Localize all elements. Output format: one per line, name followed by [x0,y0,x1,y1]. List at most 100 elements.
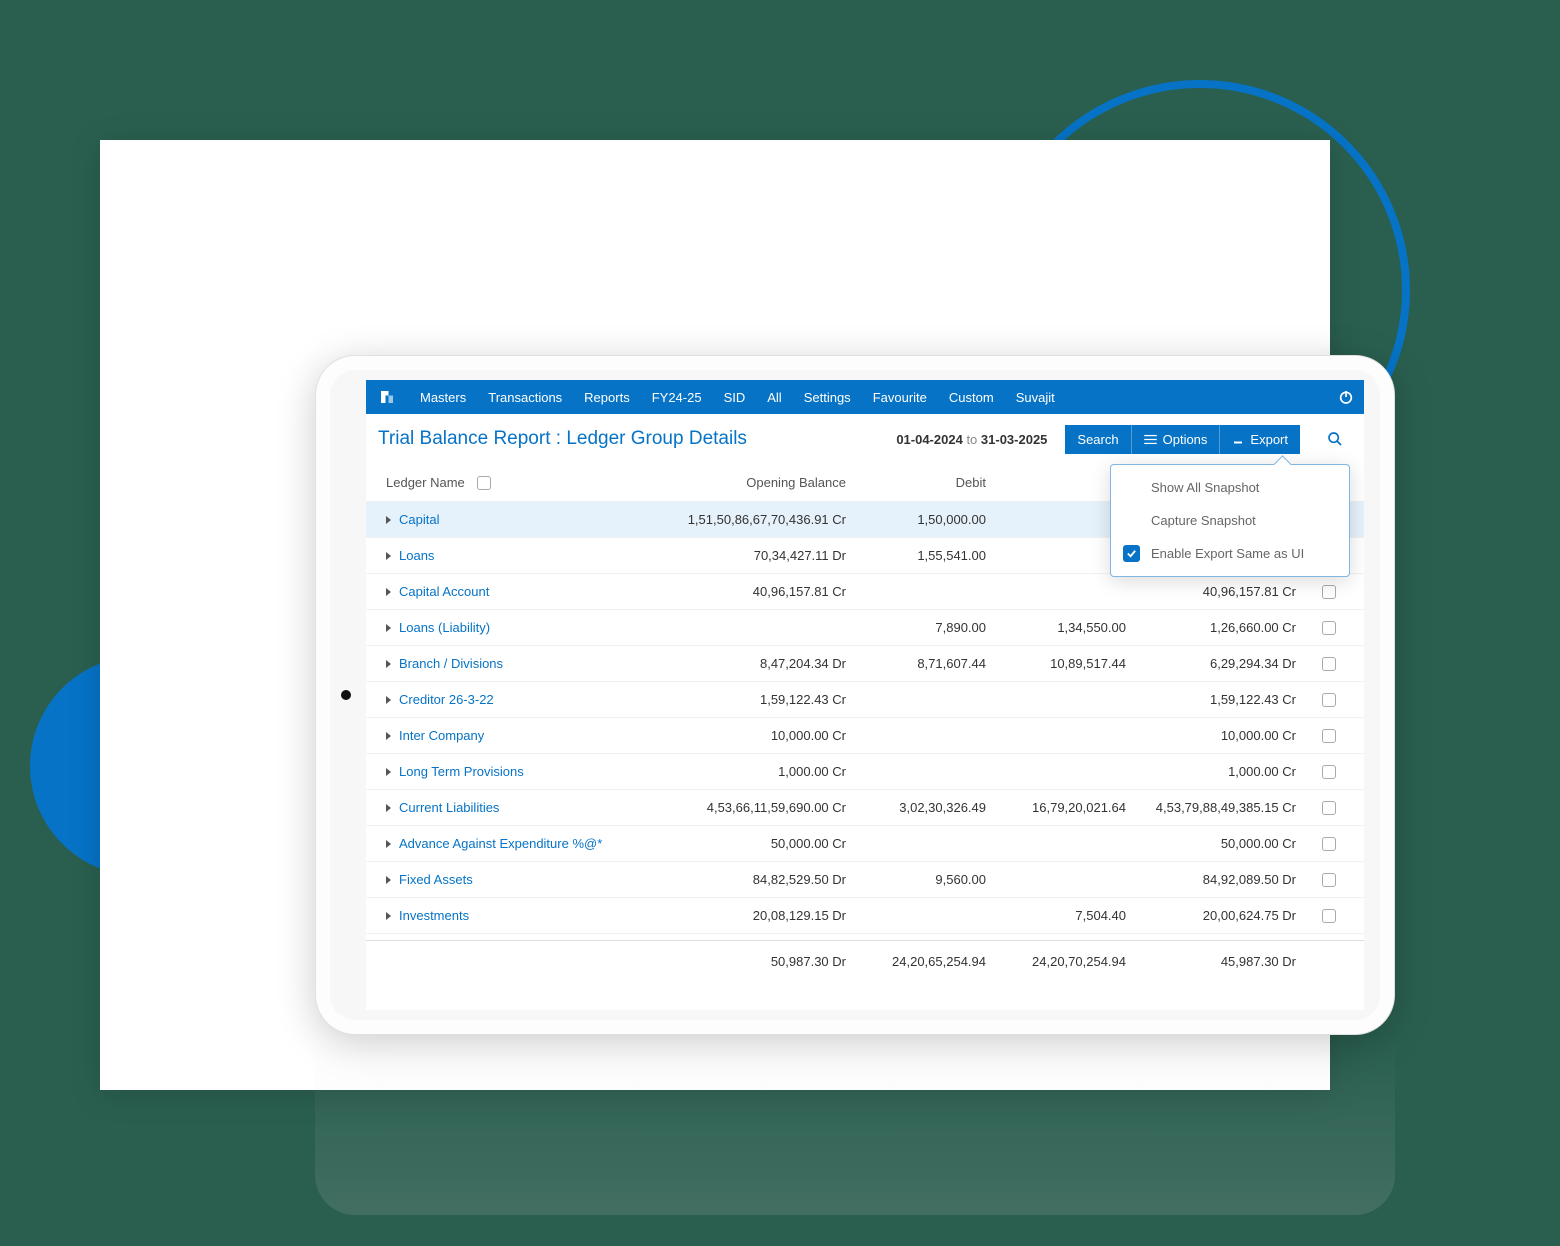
ledger-name-label: Investments [399,908,469,923]
row-checkbox[interactable] [1322,765,1336,779]
ledger-name-label: Loans (Liability) [399,620,490,635]
ledger-name-cell[interactable]: Advance Against Expenditure %@* [376,836,676,851]
nav-reports[interactable]: Reports [584,390,630,405]
ledger-name-cell[interactable]: Creditor 26-3-22 [376,692,676,707]
total-credit: 24,20,70,254.94 [986,954,1126,969]
date-from: 01-04-2024 [896,432,963,447]
opening-balance-cell: 10,000.00 Cr [676,728,846,743]
row-checkbox[interactable] [1322,585,1336,599]
nav-favourite[interactable]: Favourite [873,390,927,405]
ledger-name-cell[interactable]: Long Term Provisions [376,764,676,779]
closing-cell: 1,59,122.43 Cr [1126,692,1296,707]
date-separator: to [966,432,977,447]
page-title: Trial Balance Report : Ledger Group Deta… [378,428,886,450]
nav-settings[interactable]: Settings [804,390,851,405]
table-row[interactable]: Inter Company 10,000.00 Cr 10,000.00 Cr [366,718,1364,754]
ledger-name-cell[interactable]: Capital [376,512,676,527]
table-row[interactable]: Current Liabilities4,53,66,11,59,690.00 … [366,790,1364,826]
expand-caret-icon[interactable] [386,588,391,596]
nav-fiscal-year[interactable]: FY24-25 [652,390,702,405]
table-row[interactable]: Capital Account40,96,157.81 Cr40,96,157.… [366,574,1364,610]
row-checkbox[interactable] [1322,621,1336,635]
row-checkbox[interactable] [1322,909,1336,923]
ledger-name-cell[interactable]: Inter Company [376,728,676,743]
ledger-name-cell[interactable]: Capital Account [376,584,676,599]
expand-caret-icon[interactable] [386,624,391,632]
options-button[interactable]: Options [1131,425,1220,454]
ledger-name-cell[interactable]: Loans [376,548,676,563]
opening-balance-cell: 84,82,529.50 Dr [676,872,846,887]
row-checkbox[interactable] [1322,801,1336,815]
row-checkbox[interactable] [1322,729,1336,743]
expand-caret-icon[interactable] [386,696,391,704]
opening-balance-cell: 1,51,50,86,67,70,436.91 Cr [676,512,846,527]
nav-custom[interactable]: Custom [949,390,994,405]
row-checkbox[interactable] [1322,693,1336,707]
expand-caret-icon[interactable] [386,840,391,848]
dropdown-capture-snapshot[interactable]: Capture Snapshot [1111,504,1349,537]
ledger-name-label: Capital Account [399,584,489,599]
expand-caret-icon[interactable] [386,912,391,920]
nav-masters[interactable]: Masters [420,390,466,405]
row-checkbox[interactable] [1322,657,1336,671]
closing-cell: 50,000.00 Cr [1126,836,1296,851]
power-icon[interactable] [1338,389,1354,405]
dropdown-item-label: Enable Export Same as UI [1151,546,1304,561]
row-checkbox[interactable] [1322,873,1336,887]
closing-cell: 1,26,660.00 Cr [1126,620,1296,635]
expand-caret-icon[interactable] [386,516,391,524]
export-button[interactable]: Export [1219,425,1300,454]
ledger-name-cell[interactable]: Investments [376,908,676,923]
ledger-name-cell[interactable]: Current Liabilities [376,800,676,815]
search-icon[interactable] [1318,424,1352,454]
select-all-checkbox[interactable] [477,476,491,490]
closing-cell: 20,00,624.75 Dr [1126,908,1296,923]
nav-user[interactable]: Suvajit [1016,390,1055,405]
dropdown-enable-export-same-as-ui[interactable]: Enable Export Same as UI [1111,537,1349,570]
ledger-name-cell[interactable]: Fixed Assets [376,872,676,887]
closing-cell: 10,000.00 Cr [1126,728,1296,743]
expand-caret-icon[interactable] [386,876,391,884]
closing-cell: 6,29,294.34 Dr [1126,656,1296,671]
col-opening-balance[interactable]: Opening Balance [676,475,846,490]
date-range[interactable]: 01-04-2024 to 31-03-2025 [896,432,1047,447]
table-row[interactable]: Creditor 26-3-221,59,122.43 Cr1,59,122.4… [366,682,1364,718]
table-row[interactable]: Fixed Assets84,82,529.50 Dr9,560.0084,92… [366,862,1364,898]
expand-caret-icon[interactable] [386,804,391,812]
table-row[interactable]: Investments20,08,129.15 Dr7,504.4020,00,… [366,898,1364,934]
opening-balance-cell: 70,34,427.11 Dr [676,548,846,563]
search-button[interactable]: Search [1065,425,1130,454]
app-logo-icon[interactable] [376,386,398,408]
ledger-name-label: Creditor 26-3-22 [399,692,494,707]
options-button-label: Options [1163,432,1208,447]
debit-cell: 1,50,000.00 [846,512,986,527]
expand-caret-icon[interactable] [386,552,391,560]
expand-caret-icon[interactable] [386,660,391,668]
table-row[interactable]: Advance Against Expenditure %@* 50,000.00… [366,826,1364,862]
topbar: Masters Transactions Reports FY24-25 SID… [366,380,1364,414]
closing-cell: 4,53,79,88,49,385.15 Cr [1126,800,1296,815]
ledger-name-cell[interactable]: Branch / Divisions [376,656,676,671]
ledger-name-label: Advance Against Expenditure %@* [399,836,602,851]
table-row[interactable]: Long Term Provisions1,000.00 Cr1,000.00 … [366,754,1364,790]
table-row[interactable]: Branch / Divisions8,47,204.34 Dr8,71,607… [366,646,1364,682]
dropdown-show-all-snapshot[interactable]: Show All Snapshot [1111,471,1349,504]
checkbox-checked-icon[interactable] [1123,545,1140,562]
options-dropdown: Show All Snapshot Capture Snapshot Enabl… [1110,464,1350,577]
action-button-group: Search Options Export [1065,425,1300,454]
nav-all[interactable]: All [767,390,781,405]
ledger-name-label: Fixed Assets [399,872,473,887]
row-checkbox[interactable] [1322,837,1336,851]
ledger-name-cell[interactable]: Loans (Liability) [376,620,676,635]
total-closing: 45,987.30 Dr [1126,954,1296,969]
expand-caret-icon[interactable] [386,768,391,776]
col-ledger-name[interactable]: Ledger Name [386,475,465,490]
nav-sid[interactable]: SID [724,390,746,405]
debit-cell: 1,55,541.00 [846,548,986,563]
closing-cell: 84,92,089.50 Dr [1126,872,1296,887]
ledger-name-label: Inter Company [399,728,484,743]
table-row[interactable]: Loans (Liability)7,890.001,34,550.001,26… [366,610,1364,646]
expand-caret-icon[interactable] [386,732,391,740]
nav-transactions[interactable]: Transactions [488,390,562,405]
col-debit[interactable]: Debit [846,475,986,490]
